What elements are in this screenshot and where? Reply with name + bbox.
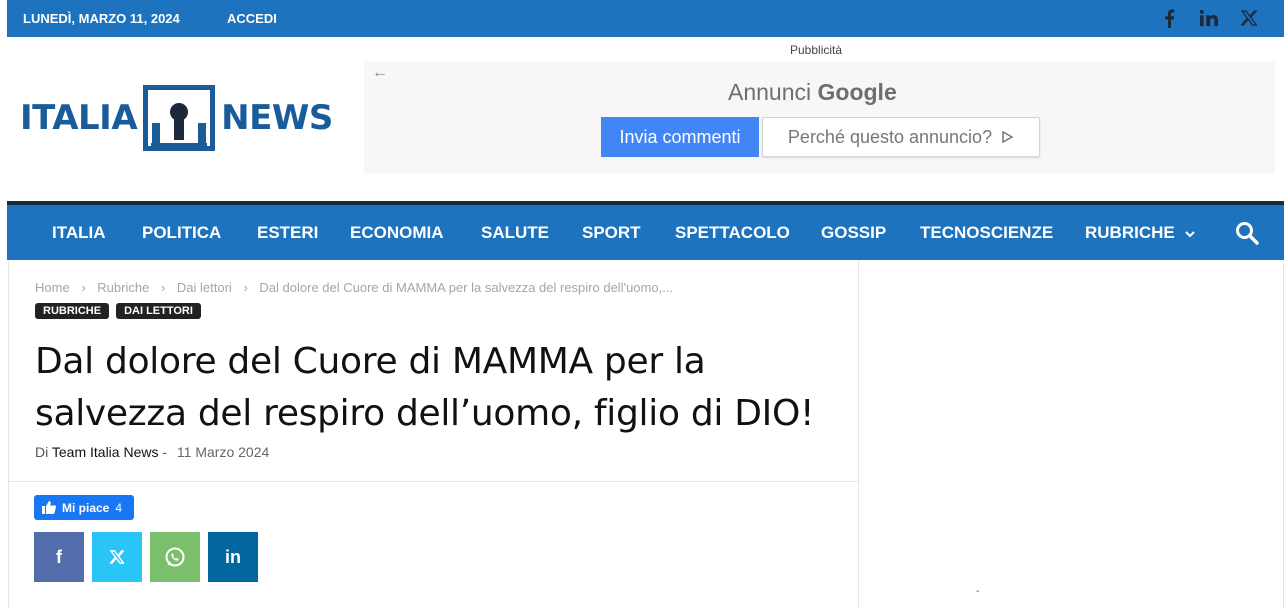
sidebar-dash: -: [976, 586, 980, 597]
send-feedback-button[interactable]: Invia commenti: [601, 117, 759, 157]
byline-dash: -: [162, 444, 168, 460]
sidebar: -: [859, 260, 1284, 608]
like-label: Mi piace: [62, 500, 110, 515]
nav-item-gossip[interactable]: GOSSIP: [821, 223, 886, 243]
logo-text-left: ITALIA: [20, 98, 138, 138]
nav-item-politica[interactable]: POLITICA: [142, 223, 221, 243]
share-linkedin-button[interactable]: in: [208, 532, 258, 582]
linkedin-share-icon: in: [225, 546, 241, 567]
share-buttons: f in: [34, 532, 258, 582]
logo-text-right: NEWS: [221, 98, 333, 138]
whatsapp-icon: [165, 547, 185, 567]
why-this-ad-button[interactable]: Perché questo annuncio?: [762, 117, 1040, 157]
ad-info-icon: [1002, 130, 1014, 144]
divider: [9, 481, 858, 482]
nav-item-tecnoscienze[interactable]: TECNOSCIENZE: [920, 223, 1053, 243]
nav-item-rubriche-label: RUBRICHE: [1085, 223, 1175, 242]
thumbs-up-icon: [42, 501, 56, 514]
share-whatsapp-button[interactable]: [150, 532, 200, 582]
site-logo[interactable]: ITALIA NEWS: [20, 82, 333, 154]
ad-label: Pubblicità: [790, 43, 843, 57]
login-link[interactable]: ACCEDI: [227, 11, 277, 26]
nav-item-italia[interactable]: ITALIA: [52, 223, 106, 243]
x-icon[interactable]: [1240, 6, 1258, 30]
facebook-like-button[interactable]: Mi piace 4: [34, 495, 135, 520]
breadcrumb-separator: ›: [160, 280, 166, 295]
logo-mark-icon: [143, 85, 216, 151]
x-share-icon: [110, 550, 124, 564]
social-links: [1160, 6, 1258, 30]
nav-item-rubriche[interactable]: RUBRICHE: [1085, 223, 1196, 243]
author-link[interactable]: Team Italia News: [52, 444, 159, 460]
facebook-icon[interactable]: [1160, 6, 1178, 30]
category-tag-dai-lettori[interactable]: DAI LETTORI: [116, 303, 201, 319]
nav-item-economia[interactable]: ECONOMIA: [350, 223, 444, 243]
nav-item-salute[interactable]: SALUTE: [481, 223, 549, 243]
breadcrumb-separator: ›: [243, 280, 248, 295]
category-tag-rubriche[interactable]: RUBRICHE: [35, 303, 110, 319]
article-byline: Di Team Italia News - 11 Marzo 2024: [35, 444, 269, 460]
search-icon[interactable]: [1235, 221, 1259, 245]
article-title: Dal dolore del Cuore di MAMMA per la sal…: [35, 341, 815, 434]
facebook-share-icon: f: [56, 546, 62, 567]
top-bar: LUNEDÌ, MARZO 11, 2024 ACCEDI: [7, 0, 1284, 37]
breadcrumb-current: Dal dolore del Cuore di MAMMA per la sal…: [259, 280, 674, 295]
main-nav: ITALIA POLITICA ESTERI ECONOMIA SALUTE S…: [7, 201, 1284, 260]
breadcrumb-section[interactable]: Rubriche: [97, 280, 149, 295]
breadcrumb: Home › Rubriche › Dai lettori › Dal dolo…: [35, 280, 673, 295]
why-this-ad-label: Perché questo annuncio?: [787, 126, 993, 147]
share-facebook-button[interactable]: f: [34, 532, 84, 582]
share-twitter-button[interactable]: [92, 532, 142, 582]
breadcrumb-subsection[interactable]: Dai lettori: [177, 280, 232, 295]
byline-prefix: Di: [35, 444, 49, 460]
like-count: 4: [115, 500, 123, 515]
article-column: Home › Rubriche › Dai lettori › Dal dolo…: [8, 260, 859, 608]
nav-item-sport[interactable]: SPORT: [582, 223, 641, 243]
breadcrumb-separator: ›: [81, 280, 86, 295]
google-brand: Google: [817, 79, 897, 105]
google-ad-box: ← Annunci Google Invia commenti Perché q…: [364, 62, 1275, 174]
chevron-down-icon: [1185, 231, 1196, 238]
nav-item-spettacolo[interactable]: SPETTACOLO: [675, 223, 790, 243]
breadcrumb-home[interactable]: Home: [35, 280, 70, 295]
back-arrow-icon[interactable]: ←: [372, 64, 388, 82]
current-date: LUNEDÌ, MARZO 11, 2024: [23, 11, 180, 26]
ad-title-prefix: Annunci: [728, 79, 812, 105]
nav-item-esteri[interactable]: ESTERI: [257, 223, 318, 243]
category-tags: RUBRICHE DAI LETTORI: [35, 303, 201, 319]
ad-title: Annunci Google: [728, 79, 897, 106]
linkedin-icon[interactable]: [1200, 6, 1218, 30]
article-date: 11 Marzo 2024: [176, 444, 270, 460]
page: LUNEDÌ, MARZO 11, 2024 ACCEDI ITALIA NEW: [0, 0, 1287, 608]
